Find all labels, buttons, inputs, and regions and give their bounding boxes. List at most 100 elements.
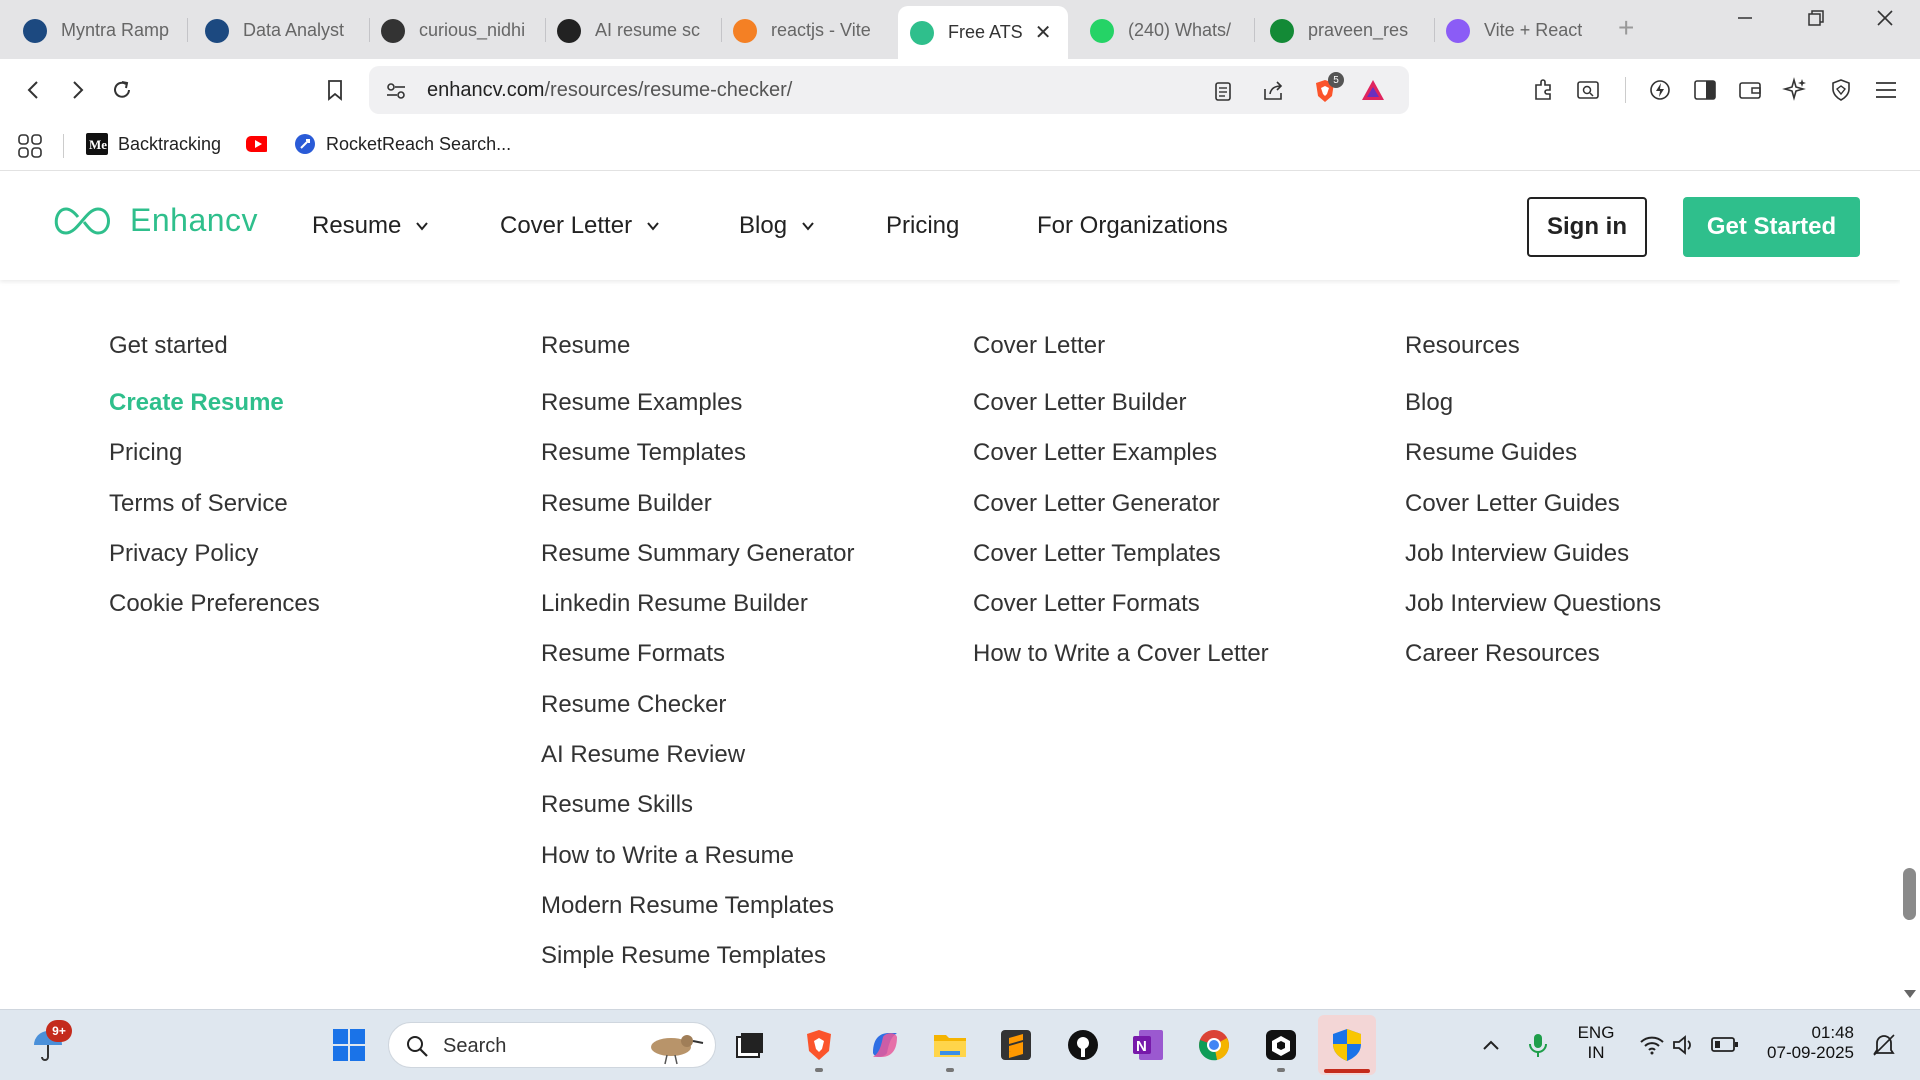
scroll-down-arrow[interactable] [1904, 990, 1916, 998]
site-settings-button[interactable] [383, 78, 409, 104]
nav-item[interactable]: Cover Letter [500, 212, 660, 240]
sign-in-button[interactable]: Sign in [1527, 197, 1647, 257]
footer-link[interactable]: Career Resources [1405, 639, 1661, 689]
footer-link[interactable]: AI Resume Review [541, 740, 854, 790]
enhancv-logo[interactable]: Enhancv [48, 202, 258, 239]
address-bar[interactable]: enhancv.com/resources/resume-checker/ 5 [369, 66, 1409, 114]
url-text[interactable]: enhancv.com/resources/resume-checker/ [427, 79, 792, 102]
task-view-button[interactable] [729, 1025, 769, 1065]
get-started-button[interactable]: Get Started [1683, 197, 1860, 257]
nav-item[interactable]: Pricing [886, 212, 959, 240]
scrollbar-thumb[interactable] [1903, 868, 1916, 920]
forward-button[interactable] [60, 73, 94, 107]
footer-link[interactable]: Resume Checker [541, 690, 854, 740]
brave-rewards-button[interactable] [1360, 78, 1386, 104]
bookmark-rocketreach[interactable]: RocketReach Search... [294, 133, 511, 155]
restore-button[interactable] [1806, 8, 1826, 34]
taskbar-github-desktop[interactable] [1063, 1025, 1103, 1065]
taskbar-chrome[interactable] [1194, 1025, 1234, 1065]
taskbar-cube-app[interactable] [1261, 1025, 1301, 1065]
footer-column: Resources Blog Resume Guides Cover Letter G… [1405, 332, 1661, 690]
minimize-button[interactable] [1735, 8, 1755, 34]
nav-item[interactable]: Blog [739, 212, 815, 240]
volume-button[interactable] [1664, 1025, 1704, 1065]
browser-tab[interactable]: reactjs - Vite [721, 8, 891, 53]
taskbar-copilot[interactable] [865, 1025, 905, 1065]
browser-tab[interactable]: curious_nidhi [369, 8, 539, 53]
battery-button[interactable] [1705, 1025, 1745, 1065]
footer-link[interactable]: Simple Resume Templates [541, 941, 854, 991]
footer-link[interactable]: Privacy Policy [109, 539, 320, 589]
nav-item[interactable]: For Organizations [1037, 212, 1228, 240]
sidebar-button[interactable] [1688, 73, 1722, 107]
bookmark-youtube[interactable] [245, 133, 277, 155]
footer-link[interactable]: Cover Letter Formats [973, 589, 1269, 639]
taskbar-security-app[interactable] [1327, 1025, 1367, 1065]
wallet-button[interactable] [1733, 73, 1767, 107]
close-window-button[interactable] [1875, 8, 1895, 34]
footer-link[interactable]: Job Interview Questions [1405, 589, 1661, 639]
browser-tab[interactable]: praveen_res [1258, 8, 1428, 53]
screenshot-button[interactable] [1571, 73, 1605, 107]
main-menu-button[interactable] [1869, 73, 1903, 107]
taskbar-sublime-text[interactable] [996, 1025, 1036, 1065]
footer-link[interactable]: Resume Guides [1405, 438, 1661, 488]
footer-link[interactable]: How to Write a Cover Letter [973, 639, 1269, 689]
bookmark-backtracking[interactable]: Me Backtracking [86, 133, 221, 155]
footer-link[interactable]: Resume Templates [541, 438, 854, 488]
reload-button[interactable] [105, 73, 139, 107]
footer-link[interactable]: Cover Letter Examples [973, 438, 1269, 488]
brave-shields-button[interactable]: 5 [1312, 72, 1344, 104]
browser-tab[interactable]: (240) Whats/ [1078, 8, 1248, 53]
new-tab-button[interactable]: + [1618, 12, 1634, 44]
footer-link[interactable]: Create Resume [109, 388, 320, 438]
unstop-icon [205, 18, 229, 43]
footer-link[interactable]: Resume Skills [541, 790, 854, 840]
footer-link[interactable]: Modern Resume Templates [541, 891, 854, 941]
footer-link[interactable]: Blog [1405, 388, 1661, 438]
footer-link[interactable]: Pricing [109, 438, 320, 488]
browser-tab[interactable]: Myntra Ramp [11, 8, 181, 53]
footer-link[interactable]: Cover Letter Guides [1405, 489, 1661, 539]
nav-item[interactable]: Resume [312, 212, 429, 240]
bookmark-page-button[interactable] [318, 73, 352, 107]
vpn-button[interactable] [1824, 73, 1858, 107]
taskbar-onenote[interactable]: N [1128, 1025, 1168, 1065]
show-hidden-icons-button[interactable] [1471, 1025, 1511, 1065]
notifications-button[interactable] [1864, 1025, 1904, 1065]
apps-button[interactable] [17, 133, 43, 159]
ai-sparkle-button[interactable] [1778, 73, 1812, 107]
browser-tab[interactable]: Data Analyst [193, 8, 363, 53]
clock[interactable]: 01:48 07-09-2025 [1756, 1023, 1854, 1063]
toolbar-divider [1625, 77, 1626, 103]
footer-link[interactable]: Cover Letter Templates [973, 539, 1269, 589]
start-button[interactable] [329, 1025, 369, 1065]
footer-link[interactable]: Resume Builder [541, 489, 854, 539]
footer-column: Cover Letter Cover Letter Builder Cover Le… [973, 332, 1269, 690]
taskbar-brave[interactable] [799, 1025, 839, 1065]
browser-tab[interactable]: Vite + React [1434, 8, 1604, 53]
taskbar-file-explorer[interactable] [930, 1025, 970, 1065]
language-indicator[interactable]: ENG IN [1576, 1023, 1616, 1063]
footer-link[interactable]: Terms of Service [109, 489, 320, 539]
footer-link[interactable]: Resume Formats [541, 639, 854, 689]
footer-link[interactable]: Resume Examples [541, 388, 854, 438]
browser-tab[interactable]: AI resume sc [545, 8, 715, 53]
footer-link[interactable]: Linkedin Resume Builder [541, 589, 854, 639]
footer-link[interactable]: Cover Letter Generator [973, 489, 1269, 539]
taskbar-search-box[interactable]: Search [388, 1022, 716, 1068]
browser-tab[interactable]: Free ATS ✕ [898, 6, 1068, 59]
close-tab-icon[interactable]: ✕ [1035, 20, 1052, 45]
footer-link[interactable]: How to Write a Resume [541, 841, 854, 891]
chevron-down-icon [802, 222, 814, 231]
footer-link[interactable]: Job Interview Guides [1405, 539, 1661, 589]
share-button[interactable] [1260, 78, 1286, 104]
leo-ai-button[interactable] [1643, 73, 1677, 107]
microphone-button[interactable] [1518, 1025, 1558, 1065]
footer-link[interactable]: Cookie Preferences [109, 589, 320, 639]
footer-link[interactable]: Cover Letter Builder [973, 388, 1269, 438]
back-button[interactable] [17, 73, 51, 107]
footer-link[interactable]: Resume Summary Generator [541, 539, 854, 589]
extensions-button[interactable] [1527, 73, 1561, 107]
reader-mode-button[interactable] [1210, 78, 1236, 104]
